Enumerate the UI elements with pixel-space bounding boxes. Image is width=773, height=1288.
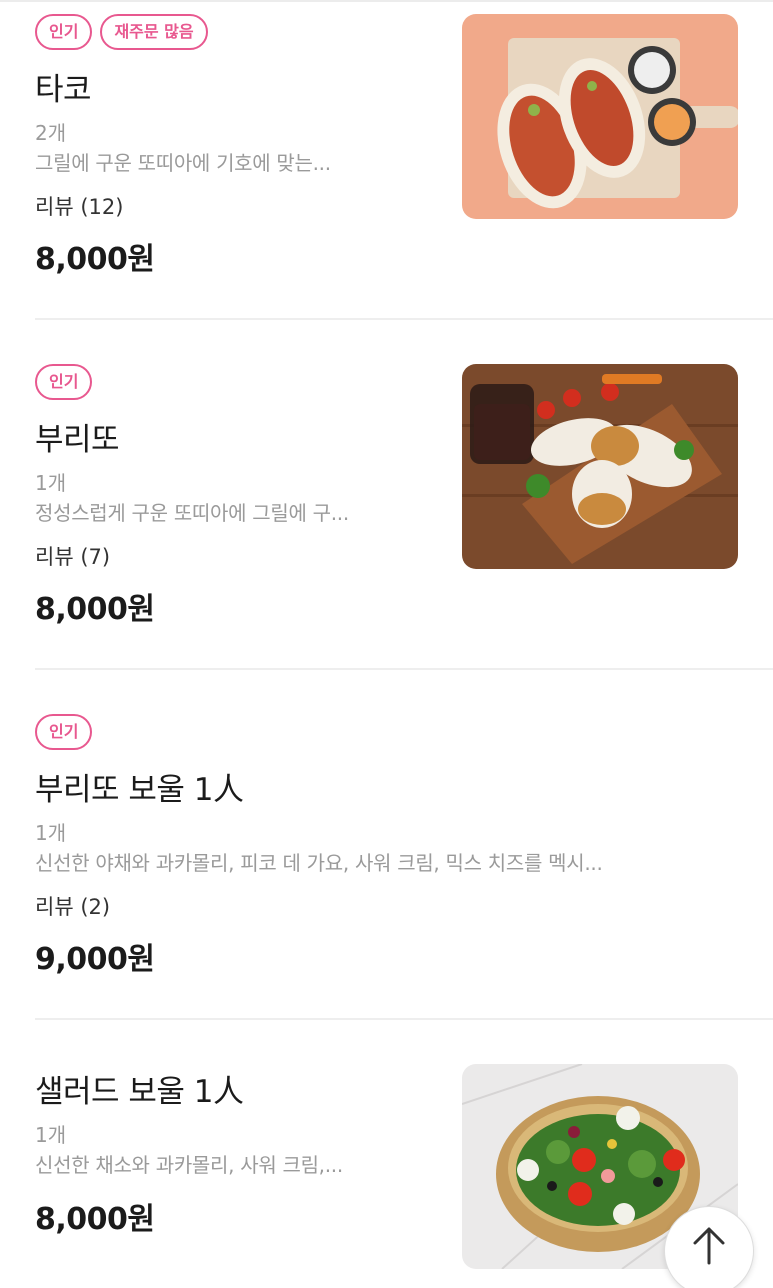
menu-item-description: 그릴에 구운 또띠아에 기호에 맞는... bbox=[35, 151, 331, 175]
top-divider bbox=[0, 0, 773, 2]
badge-reorder: 재주문 많음 bbox=[100, 14, 208, 50]
menu-item-price: 8,000원 bbox=[35, 1202, 155, 1237]
menu-item-price: 8,000원 bbox=[35, 242, 155, 277]
menu-item-reviews[interactable]: 리뷰 (2) bbox=[35, 891, 110, 921]
menu-item-name: 샐러드 보울 1人 bbox=[35, 1074, 244, 1110]
burrito-image[interactable] bbox=[462, 364, 738, 569]
badge-group: 인기 bbox=[35, 714, 93, 750]
menu-item-quantity: 1개 bbox=[35, 1123, 67, 1147]
menu-item-reviews[interactable]: 리뷰 (12) bbox=[35, 191, 123, 221]
item-divider bbox=[35, 668, 773, 670]
menu-item-reviews[interactable]: 리뷰 (7) bbox=[35, 541, 110, 571]
badge-group: 인기 재주문 많음 bbox=[35, 14, 208, 50]
menu-item-name: 타코 bbox=[35, 72, 92, 108]
menu-item-name: 부리또 보울 1人 bbox=[35, 772, 244, 808]
badge-popular: 인기 bbox=[35, 364, 93, 400]
scroll-to-top-button[interactable] bbox=[664, 1206, 754, 1288]
menu-item-price: 9,000원 bbox=[35, 942, 155, 977]
taco-image[interactable] bbox=[462, 14, 738, 219]
badge-popular: 인기 bbox=[35, 714, 93, 750]
item-divider bbox=[35, 1018, 773, 1020]
menu-item-quantity: 1개 bbox=[35, 471, 67, 495]
menu-item-price: 8,000원 bbox=[35, 592, 155, 627]
menu-item-quantity: 1개 bbox=[35, 821, 67, 845]
menu-item-description: 정성스럽게 구운 또띠아에 그릴에 구... bbox=[35, 501, 349, 525]
badge-group: 인기 bbox=[35, 364, 93, 400]
item-divider bbox=[35, 318, 773, 320]
badge-popular: 인기 bbox=[35, 14, 93, 50]
menu-item-description: 신선한 채소와 과카몰리, 사워 크림,... bbox=[35, 1153, 343, 1177]
menu-item-quantity: 2개 bbox=[35, 121, 67, 145]
arrow-up-icon bbox=[689, 1225, 729, 1269]
menu-item-name: 부리또 bbox=[35, 422, 120, 458]
menu-item-description: 신선한 야채와 과카몰리, 피코 데 가요, 사워 크림, 믹스 치즈를 멕시.… bbox=[35, 851, 603, 875]
